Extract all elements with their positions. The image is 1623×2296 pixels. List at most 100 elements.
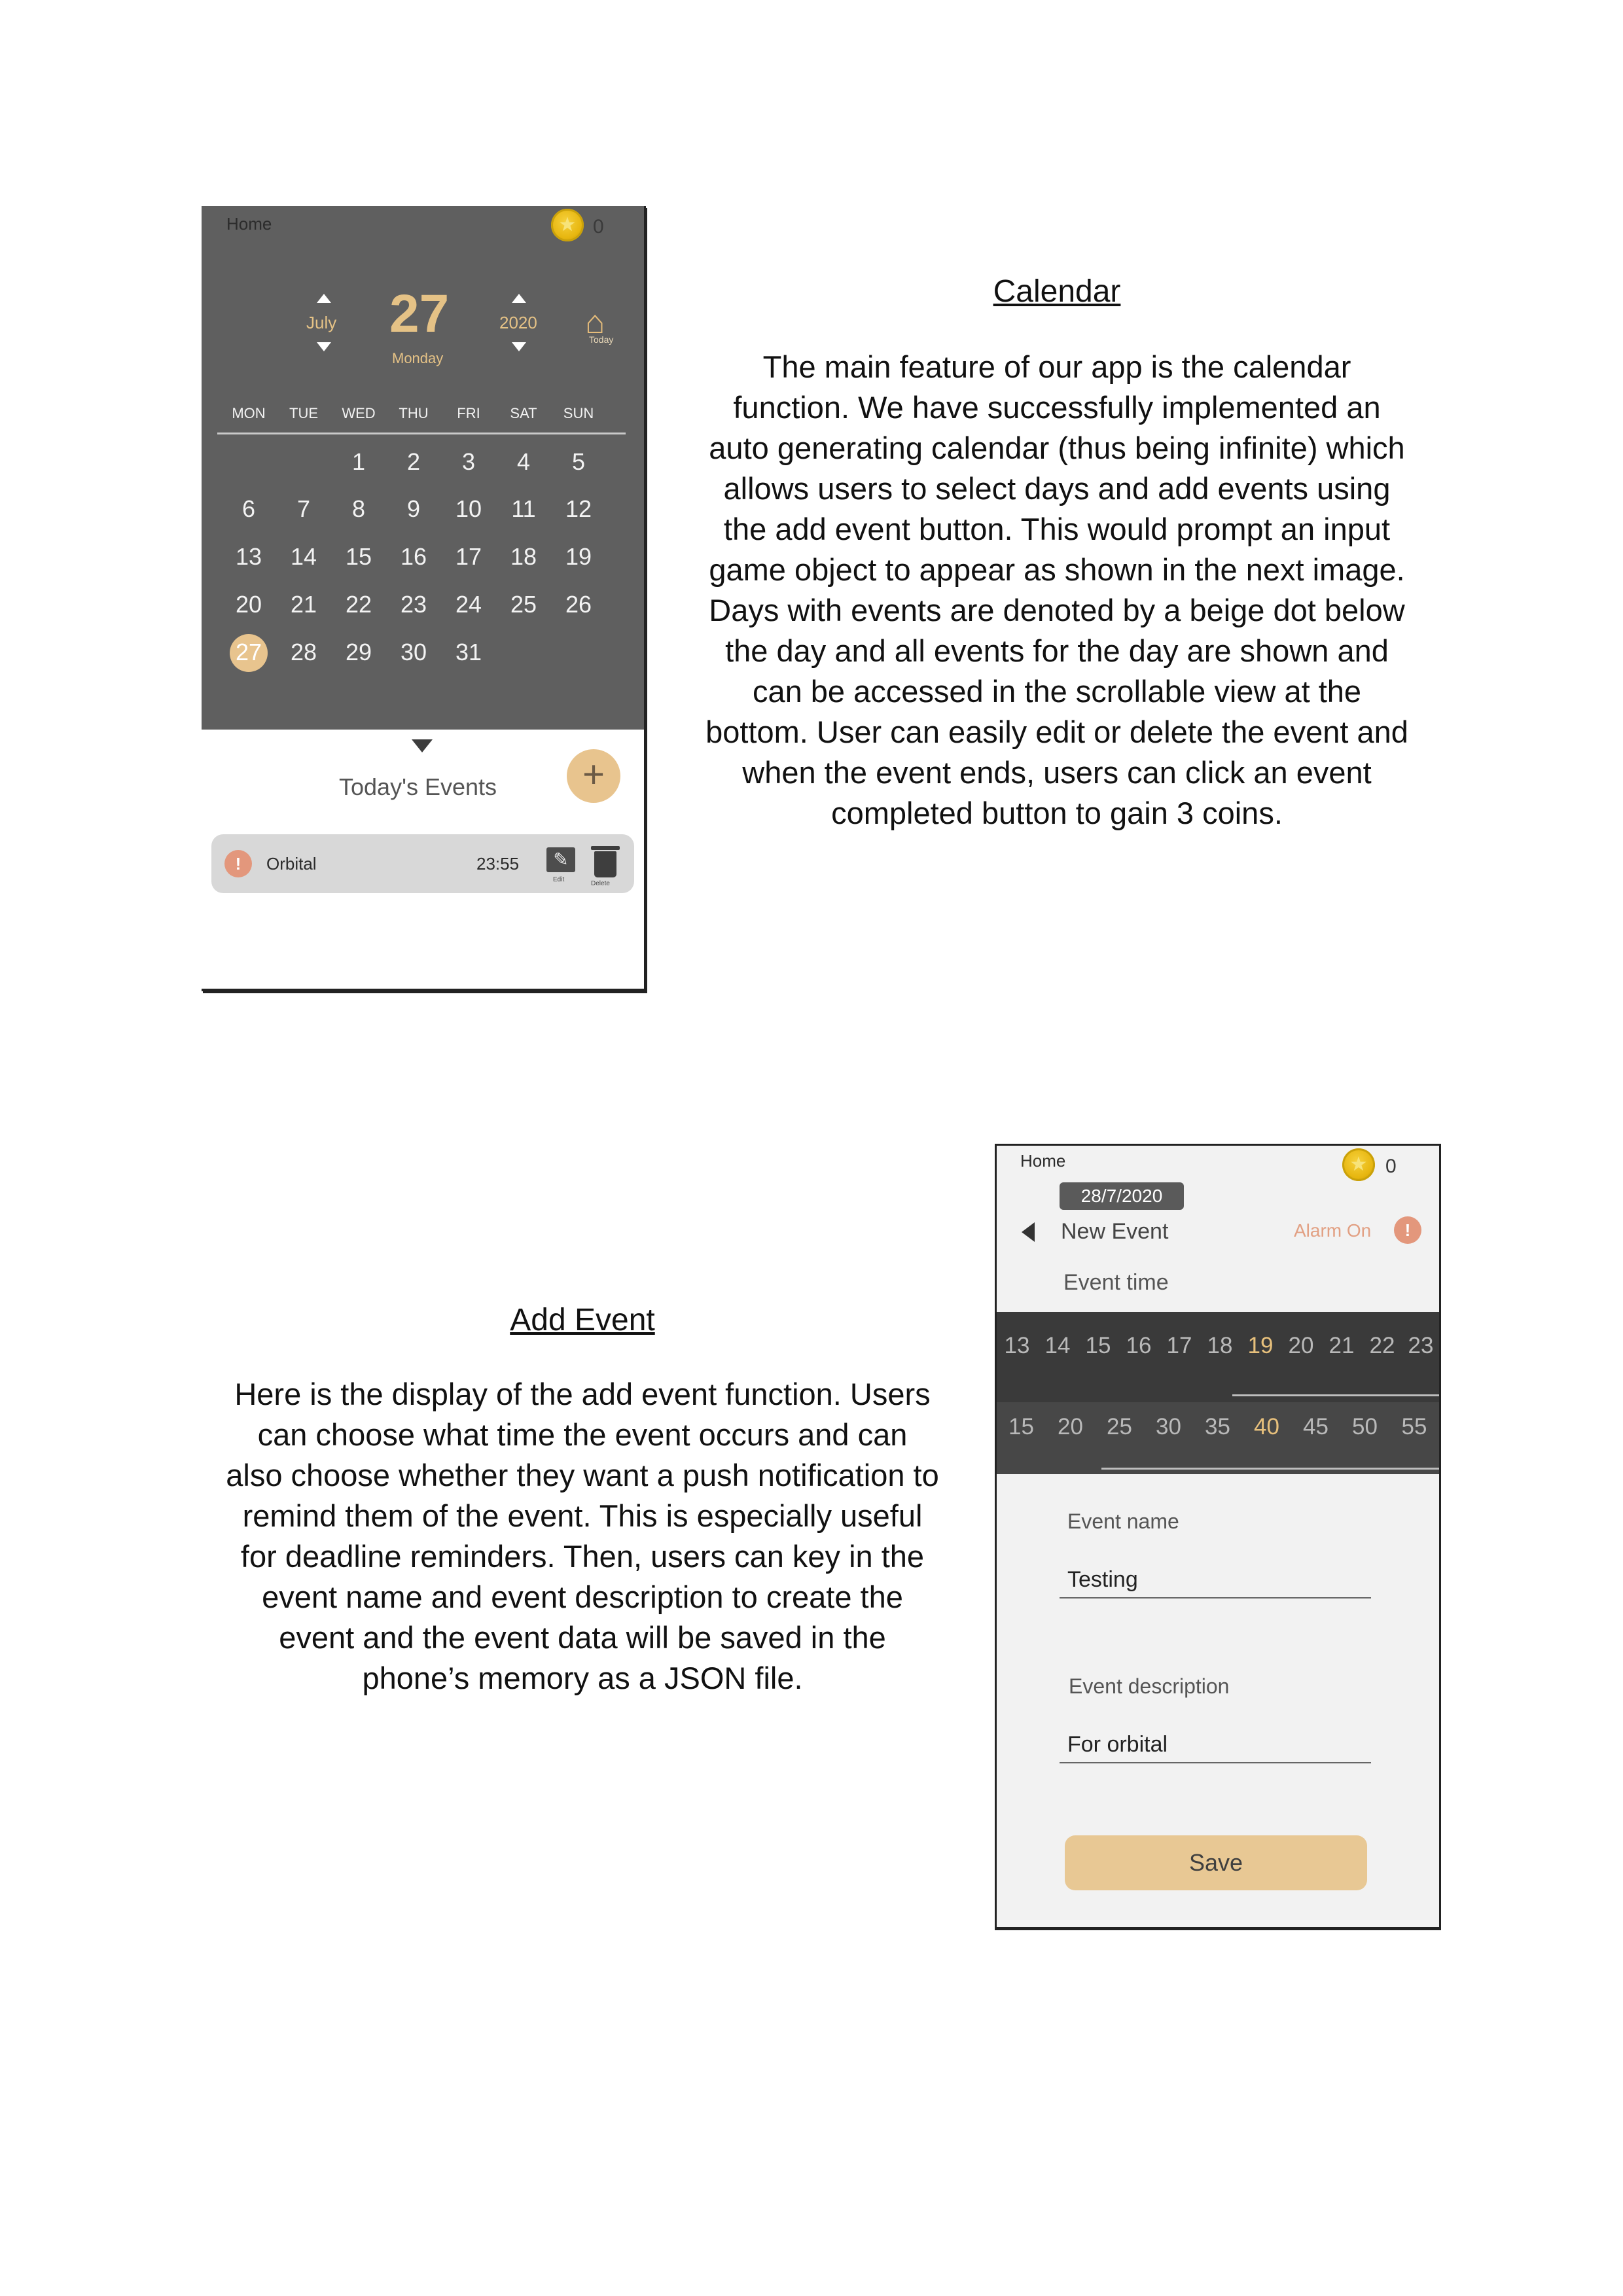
hour-option[interactable]: 14 xyxy=(1037,1333,1078,1359)
calendar-day-cell[interactable] xyxy=(496,639,551,666)
alarm-clock-icon[interactable]: ! xyxy=(1394,1216,1421,1244)
paragraph-line: also choose whether they want a push not… xyxy=(226,1458,939,1492)
month-down-arrow-icon[interactable] xyxy=(317,342,331,351)
paragraph-line: bottom. User can easily edit or delete t… xyxy=(705,715,1408,749)
year-up-arrow-icon[interactable] xyxy=(512,294,526,303)
hour-option[interactable]: 21 xyxy=(1321,1333,1362,1359)
paragraph-line: the day and all events for the day are s… xyxy=(725,633,1389,668)
minute-option[interactable]: 25 xyxy=(1095,1414,1144,1440)
month-up-arrow-icon[interactable] xyxy=(317,294,331,303)
paragraph-line: Days with events are denoted by a beige … xyxy=(709,593,1405,627)
calendar-day-cell[interactable]: 24 xyxy=(441,591,496,618)
calendar-day-cell[interactable]: 8 xyxy=(331,495,386,523)
coin-count: 0 xyxy=(1385,1156,1397,1177)
calendar-day-cell[interactable] xyxy=(551,639,606,666)
hour-option[interactable]: 18 xyxy=(1200,1333,1240,1359)
minute-option[interactable]: 20 xyxy=(1046,1414,1095,1440)
calendar-day-cell[interactable]: 7 xyxy=(276,495,331,523)
coin-icon: ★ xyxy=(1342,1148,1375,1181)
calendar-day-cell[interactable]: 17 xyxy=(441,543,496,571)
event-description-input[interactable]: For orbital xyxy=(1067,1732,1168,1757)
coin-count: 0 xyxy=(593,216,604,238)
calendar-day-cell[interactable]: 18 xyxy=(496,543,551,571)
minute-option[interactable]: 50 xyxy=(1340,1414,1389,1440)
paragraph-line: when the event ends, users can click an … xyxy=(742,755,1372,790)
calendar-day-cell[interactable]: 26 xyxy=(551,591,606,618)
minute-option[interactable]: 30 xyxy=(1144,1414,1193,1440)
minute-picker-scroll-indicator xyxy=(1101,1468,1439,1470)
paragraph-line: phone’s memory as a JSON file. xyxy=(362,1661,803,1695)
home-link[interactable]: Home xyxy=(226,214,272,234)
save-button[interactable]: Save xyxy=(1065,1835,1367,1890)
hour-option[interactable]: 15 xyxy=(1078,1333,1118,1359)
paragraph-line: Here is the display of the add event fun… xyxy=(234,1377,931,1411)
event-time: 23:55 xyxy=(476,854,520,874)
calendar-day-cell[interactable]: 3 xyxy=(441,448,496,476)
today-button[interactable]: ⌂ Today xyxy=(585,306,624,351)
calendar-day-cell[interactable]: 31 xyxy=(441,639,496,666)
alarm-toggle-label[interactable]: Alarm On xyxy=(1294,1220,1371,1241)
calendar-day-cell[interactable]: 2 xyxy=(386,448,441,476)
calendar-day-cell[interactable]: 19 xyxy=(551,543,606,571)
calendar-day-cell[interactable]: 4 xyxy=(496,448,551,476)
edit-label: Edit xyxy=(553,876,565,883)
weekday-header: THU xyxy=(399,405,429,421)
calendar-day-cell[interactable]: 15 xyxy=(331,543,386,571)
selected-day-number: 27 xyxy=(389,284,450,344)
home-link[interactable]: Home xyxy=(1020,1151,1065,1171)
calendar-day-cell[interactable]: 30 xyxy=(386,639,441,666)
year-down-arrow-icon[interactable] xyxy=(512,342,526,351)
minute-option[interactable]: 15 xyxy=(997,1414,1046,1440)
minute-option[interactable]: 55 xyxy=(1389,1414,1439,1440)
calendar-day-cell[interactable]: 11 xyxy=(496,495,551,523)
calendar-day-cell[interactable]: 6 xyxy=(221,495,276,523)
minute-option[interactable]: 45 xyxy=(1291,1414,1340,1440)
calendar-day-cell[interactable]: 14 xyxy=(276,543,331,571)
add-event-section-title: Add Event xyxy=(510,1303,655,1337)
calendar-divider xyxy=(217,433,626,434)
add-event-button[interactable]: + xyxy=(567,749,620,803)
edit-icon[interactable]: ✎ xyxy=(546,847,575,872)
minute-picker-row: 15 20 25 30 35 40 45 50 55 xyxy=(997,1414,1439,1440)
trash-icon[interactable] xyxy=(594,851,616,877)
calendar-day-cell[interactable]: 10 xyxy=(441,495,496,523)
hour-option[interactable]: 17 xyxy=(1159,1333,1200,1359)
calendar-day-cell-selected[interactable]: 27 xyxy=(221,639,276,666)
hour-option[interactable]: 20 xyxy=(1281,1333,1321,1359)
trash-lid-icon xyxy=(591,846,620,850)
calendar-day-cell[interactable]: 21 xyxy=(276,591,331,618)
collapse-arrow-icon[interactable] xyxy=(412,739,433,752)
calendar-day-cell[interactable]: 29 xyxy=(331,639,386,666)
hour-option-selected[interactable]: 19 xyxy=(1240,1333,1281,1359)
paragraph-line: event and the event data will be saved i… xyxy=(279,1620,886,1655)
hour-option[interactable]: 13 xyxy=(997,1333,1037,1359)
weekday-header: MON xyxy=(232,405,266,421)
weekday-header: WED xyxy=(342,405,376,421)
hour-option[interactable]: 23 xyxy=(1402,1333,1439,1359)
event-name-underline xyxy=(1060,1597,1371,1598)
minute-option[interactable]: 35 xyxy=(1193,1414,1242,1440)
back-arrow-icon[interactable] xyxy=(1022,1222,1035,1242)
calendar-day-cell[interactable]: 16 xyxy=(386,543,441,571)
calendar-day-cell[interactable]: 13 xyxy=(221,543,276,571)
calendar-day-cell[interactable] xyxy=(276,448,331,476)
calendar-day-cell[interactable]: 20 xyxy=(221,591,276,618)
hour-option[interactable]: 16 xyxy=(1118,1333,1159,1359)
calendar-day-cell[interactable] xyxy=(221,448,276,476)
calendar-day-cell[interactable]: 28 xyxy=(276,639,331,666)
calendar-day-cell[interactable]: 12 xyxy=(551,495,606,523)
add-event-screenshot: Home ★ 0 28/7/2020 New Event Alarm On ! … xyxy=(995,1144,1441,1930)
event-list-item[interactable]: ! Orbital 23:55 ✎ Edit Delete xyxy=(211,834,634,893)
hour-option[interactable]: 22 xyxy=(1362,1333,1402,1359)
event-name-input[interactable]: Testing xyxy=(1067,1567,1138,1593)
event-description-label: Event description xyxy=(1069,1674,1230,1698)
calendar-day-cell[interactable]: 1 xyxy=(331,448,386,476)
calendar-week-row: 20 21 22 23 24 25 26 xyxy=(221,591,606,618)
calendar-day-cell[interactable]: 9 xyxy=(386,495,441,523)
calendar-day-cell[interactable]: 25 xyxy=(496,591,551,618)
calendar-day-cell[interactable]: 22 xyxy=(331,591,386,618)
calendar-week-row: 27 28 29 30 31 xyxy=(221,639,606,666)
calendar-day-cell[interactable]: 5 xyxy=(551,448,606,476)
minute-option-selected[interactable]: 40 xyxy=(1242,1414,1291,1440)
calendar-day-cell[interactable]: 23 xyxy=(386,591,441,618)
